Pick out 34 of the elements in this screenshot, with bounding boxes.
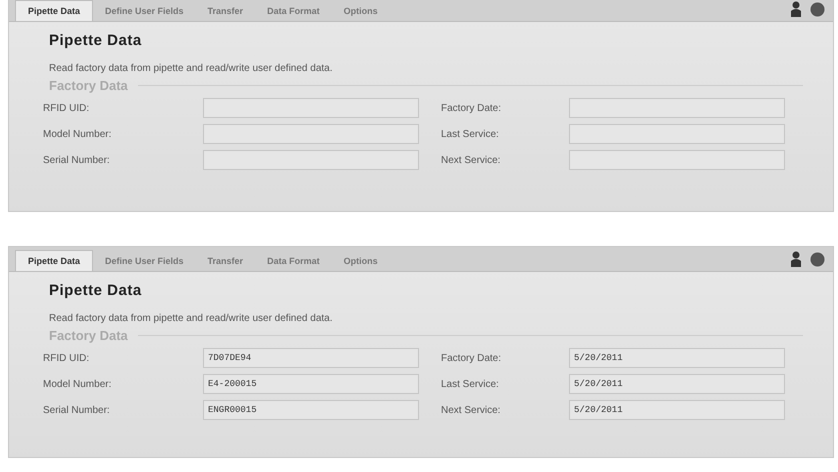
field-label: Serial Number: xyxy=(43,404,111,416)
field-label: Last Service: xyxy=(440,128,500,140)
input-field[interactable]: 5/20/2011 xyxy=(569,400,785,420)
description-text: Read factory data from pipette and read/write user defined data. xyxy=(49,63,334,74)
field-label: Factory Date: xyxy=(440,102,502,114)
input-field[interactable]: 5/20/2011 xyxy=(569,374,785,394)
input-field[interactable]: E4-200015 xyxy=(203,374,419,394)
user-icon[interactable] xyxy=(790,1,802,17)
tab[interactable]: Pipette Data xyxy=(15,0,94,21)
input-field[interactable] xyxy=(569,150,785,170)
field-label: Factory Date: xyxy=(440,352,502,364)
input-field[interactable]: 7D07DE94 xyxy=(203,348,419,368)
input-field[interactable]: ENGR00015 xyxy=(203,400,419,420)
field-label: Last Service: xyxy=(440,378,500,390)
input-field[interactable] xyxy=(569,98,785,118)
field-label: Model Number: xyxy=(43,128,112,140)
input-field[interactable] xyxy=(203,124,419,144)
field-label: RFID UID: xyxy=(43,102,90,114)
page-title: Pipette Data xyxy=(49,32,143,49)
input-field[interactable] xyxy=(569,124,785,144)
section-heading: Factory Data xyxy=(49,78,128,93)
input-field[interactable]: 5/20/2011 xyxy=(569,348,785,368)
input-field[interactable] xyxy=(203,150,419,170)
page-title: Pipette Data xyxy=(49,282,143,299)
input-field[interactable] xyxy=(203,98,419,118)
field-label: RFID UID: xyxy=(43,352,90,364)
field-label: Serial Number: xyxy=(43,154,111,166)
field-label: Next Service: xyxy=(440,404,502,416)
section-heading: Factory Data xyxy=(49,328,128,343)
field-label: Model Number: xyxy=(43,378,112,390)
description-text: Read factory data from pipette and read/write user defined data. xyxy=(49,313,334,324)
tab[interactable]: Pipette Data xyxy=(15,250,94,271)
user-icon[interactable] xyxy=(790,251,802,267)
field-label: Next Service: xyxy=(440,154,502,166)
